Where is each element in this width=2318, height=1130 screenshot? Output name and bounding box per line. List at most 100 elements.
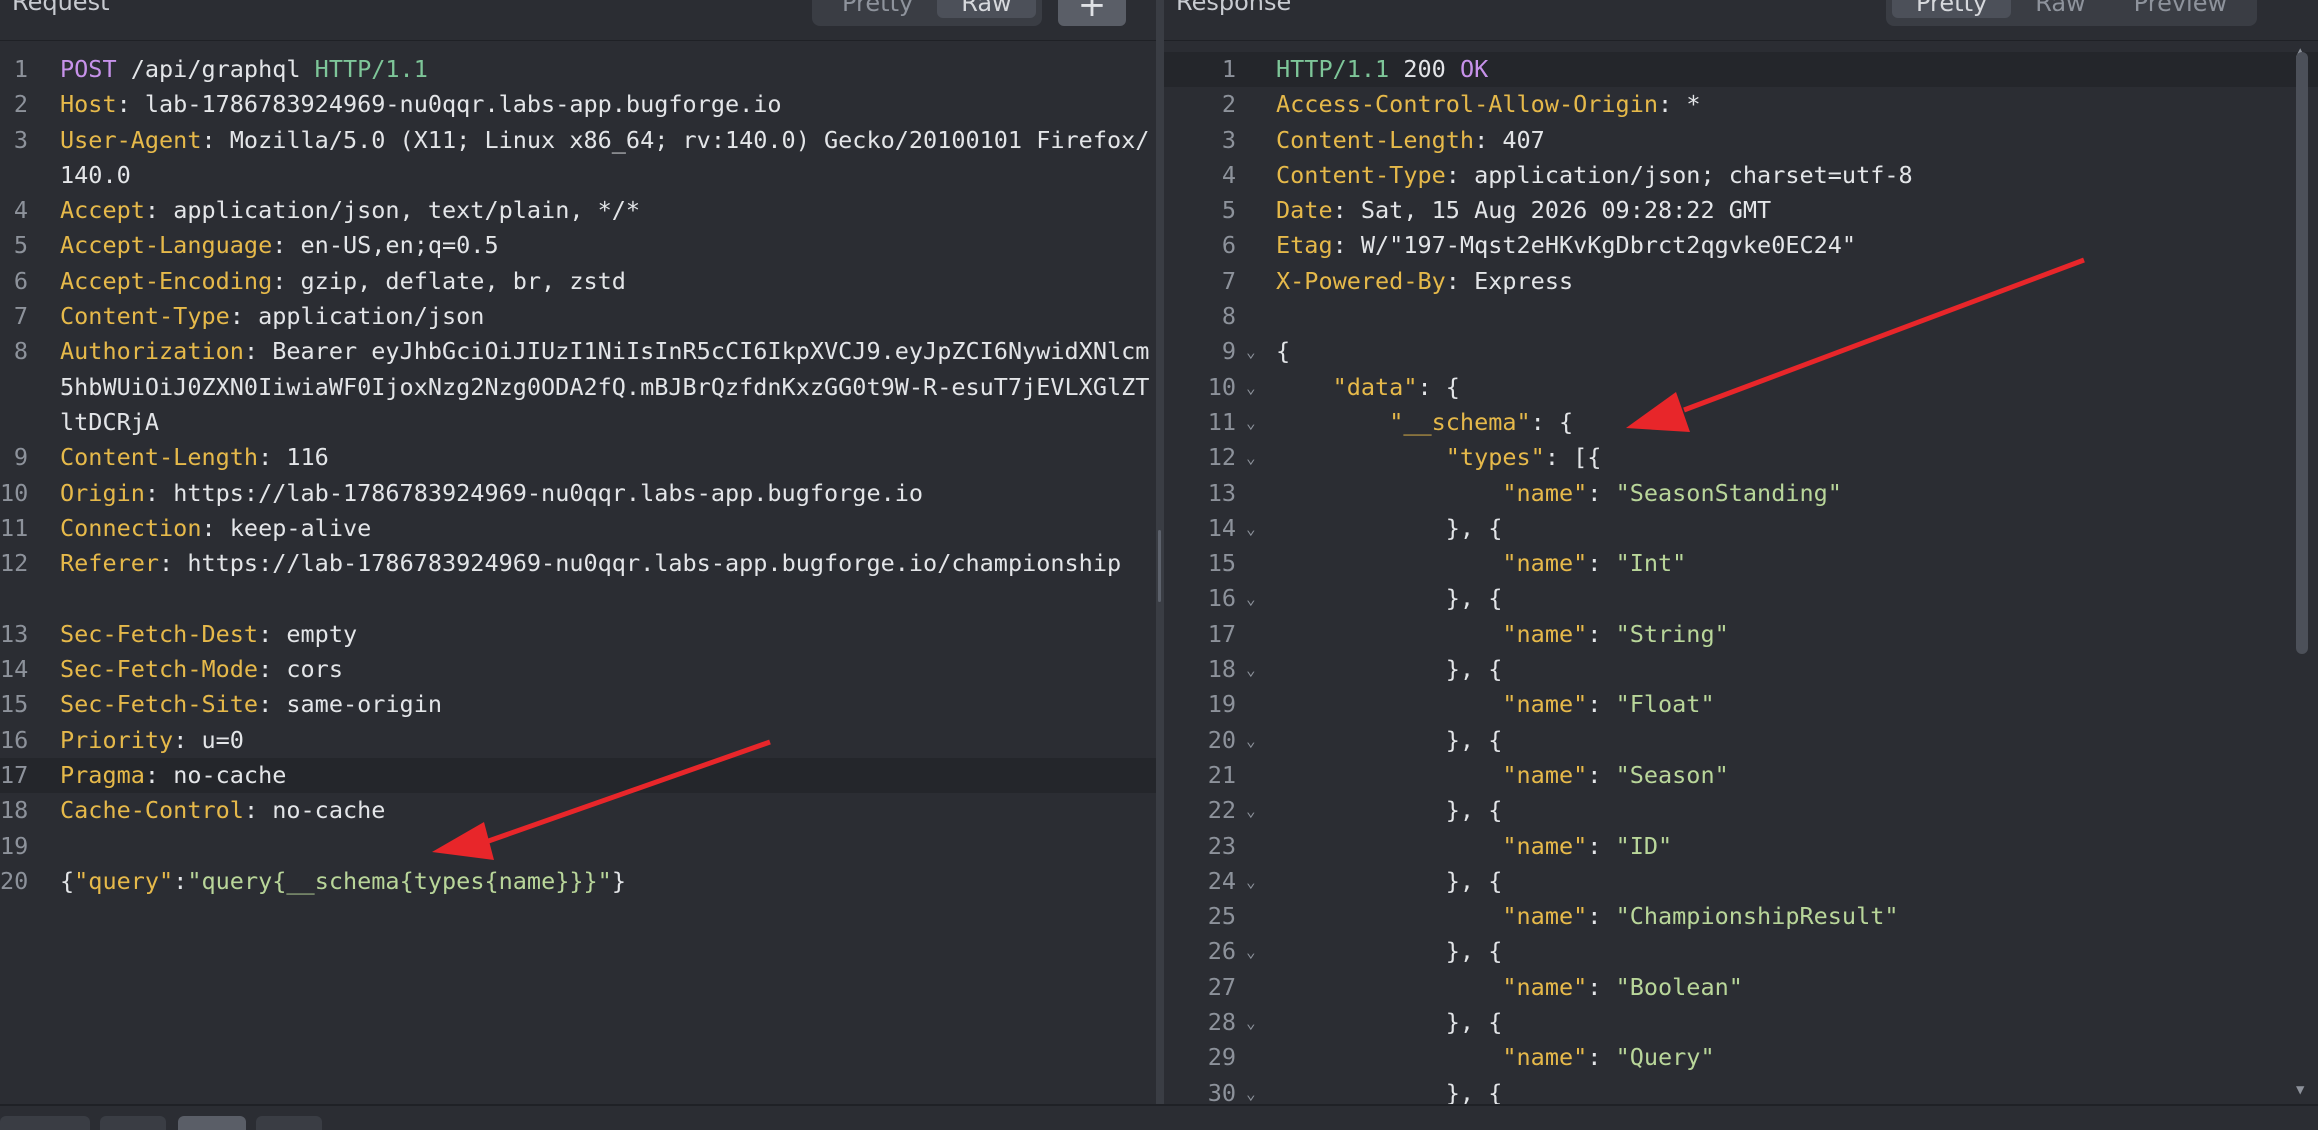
- header-name: Host: [60, 90, 117, 119]
- json-brace: {: [60, 866, 75, 895]
- tab-raw[interactable]: Raw: [2011, 0, 2109, 18]
- fold-chevron-icon[interactable]: ⌄: [1246, 1005, 1268, 1040]
- line-number: 19: [0, 831, 29, 860]
- line-text: Content-Type: application/json; charset=…: [1268, 158, 2318, 193]
- tab-preview[interactable]: Preview: [2110, 0, 2251, 18]
- json-token: "name": [1502, 760, 1588, 789]
- fold-chevron-icon[interactable]: ⌄: [1246, 581, 1268, 616]
- json-token: "Int": [1615, 549, 1687, 578]
- bottom-tab[interactable]: [0, 1116, 90, 1130]
- response-line: 8: [1164, 299, 2318, 334]
- response-line: 9 ⌄ {: [1164, 334, 2318, 369]
- header-value: keep-alive: [229, 513, 372, 542]
- response-title: Response: [1176, 0, 1292, 16]
- tab-raw[interactable]: Raw: [937, 0, 1036, 18]
- bottom-tab-active[interactable]: [178, 1116, 246, 1130]
- line-number: 10: [0, 478, 29, 507]
- json-token: "name": [1502, 619, 1588, 648]
- line-number: 5: [13, 231, 28, 260]
- request-line: 10 Origin: https://lab-1786783924969-nu0q…: [0, 476, 1156, 511]
- fold-chevron-icon[interactable]: ⌄: [1246, 405, 1268, 440]
- json-token: "SeasonStanding": [1615, 478, 1842, 507]
- line-number: 15: [0, 690, 29, 719]
- tab-pretty[interactable]: Pretty: [1892, 0, 2012, 18]
- tab-pretty[interactable]: Pretty: [818, 0, 937, 18]
- line-number: 1: [1221, 55, 1236, 83]
- response-line: 5 Date: Sat, 15 Aug 2026 09:28:22 GMT: [1164, 193, 2318, 228]
- response-line: 6 Etag: W/"197-Mqst2eHKvKgDbrct2qgvke0EC2…: [1164, 228, 2318, 263]
- request-line: 13 Sec-Fetch-Dest: empty: [0, 617, 1156, 652]
- json-colon: :: [173, 866, 188, 895]
- fold-chevron-icon[interactable]: ⌄: [1246, 440, 1268, 475]
- fold-chevron-icon[interactable]: ⌄: [1246, 723, 1268, 758]
- header-value: no-cache: [272, 796, 386, 825]
- fold-chevron-icon[interactable]: ⌄: [1246, 793, 1268, 828]
- header-value: Sat, 15 Aug 2026 09:28:22 GMT: [1360, 196, 1772, 225]
- request-line: 4 Accept: application/json, text/plain, *…: [0, 193, 1156, 228]
- fold-chevron-icon[interactable]: ⌄: [1246, 652, 1268, 687]
- header-value: en-US,en;q=0.5: [300, 231, 499, 260]
- line-text: }, {: [1268, 723, 2318, 758]
- header-value: application/json, text/plain, */*: [173, 196, 641, 225]
- response-scrollbar[interactable]: [2296, 52, 2308, 654]
- header-value: https://lab-1786783924969-nu0qqr.labs-ap…: [173, 478, 924, 507]
- line-number: 2: [1221, 90, 1236, 119]
- response-line: 25 "name": "ChampionshipResult": [1164, 899, 2318, 934]
- line-text: Sec-Fetch-Dest: empty: [34, 617, 1156, 652]
- json-token: }, {: [1445, 584, 1503, 613]
- json-token: }, {: [1445, 513, 1503, 542]
- scroll-down-icon[interactable]: ▼: [2296, 1082, 2304, 1098]
- request-header: Request Pretty Raw +: [0, 0, 1156, 41]
- header-separator: :: [1332, 231, 1361, 260]
- header-value: Express: [1474, 266, 1574, 295]
- header-name: Accept-Language: [60, 231, 273, 260]
- response-line: 2 Access-Control-Allow-Origin: *: [1164, 87, 2318, 122]
- fold-chevron-icon[interactable]: ⌄: [1246, 511, 1268, 546]
- json-token: "name": [1502, 690, 1588, 719]
- line-text: }, {: [1268, 864, 2318, 899]
- bottom-tab[interactable]: [100, 1116, 166, 1130]
- line-number: 18: [0, 796, 29, 825]
- bottom-tab[interactable]: [256, 1116, 322, 1130]
- json-token: "name": [1502, 972, 1588, 1001]
- add-button[interactable]: +: [1058, 0, 1126, 26]
- line-number: 13: [1207, 478, 1236, 507]
- fold-chevron-icon[interactable]: ⌄: [1246, 864, 1268, 899]
- line-number: 21: [1207, 760, 1236, 789]
- header-separator: :: [243, 337, 273, 366]
- line-text: [34, 829, 1156, 864]
- line-text: Sec-Fetch-Site: same-origin: [34, 687, 1156, 722]
- resize-handle[interactable]: [1158, 530, 1161, 602]
- line-number: 1: [13, 55, 28, 83]
- header-separator: :: [229, 302, 259, 331]
- header-name: Cache-Control: [60, 796, 244, 825]
- line-number: 15: [1207, 549, 1236, 578]
- response-line: 13 "name": "SeasonStanding": [1164, 476, 2318, 511]
- header-name: Access-Control-Allow-Origin: [1276, 90, 1659, 119]
- json-token: "name": [1502, 902, 1588, 931]
- line-number: 25: [1207, 902, 1236, 931]
- header-value: https://lab-1786783924969-nu0qqr.labs-ap…: [187, 549, 1122, 578]
- fold-chevron-icon[interactable]: ⌄: [1246, 370, 1268, 405]
- fold-chevron-icon[interactable]: ⌄: [1246, 334, 1268, 369]
- fold-chevron-icon[interactable]: ⌄: [1246, 934, 1268, 969]
- request-editor[interactable]: 1 POST /api/graphql HTTP/1.1 2 Host: lab-17…: [0, 52, 1156, 899]
- line-number: 3: [1221, 125, 1236, 154]
- response-viewer[interactable]: 1 HTTP/1.1 200 OK 2 Access-Control-Allow-Or…: [1164, 52, 2318, 1111]
- json-token: :: [1587, 549, 1616, 578]
- json-token: "name": [1502, 549, 1588, 578]
- header-name: Date: [1276, 196, 1333, 225]
- header-separator: :: [243, 796, 273, 825]
